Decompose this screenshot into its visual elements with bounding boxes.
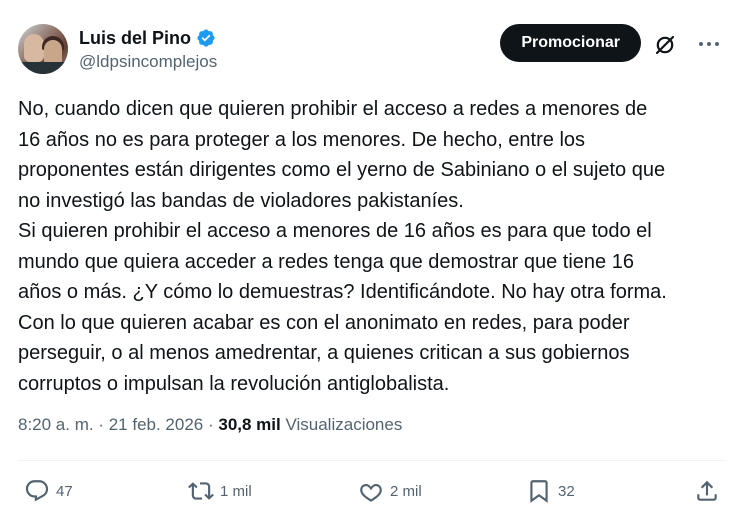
promote-button[interactable]: Promocionar bbox=[500, 24, 641, 62]
repost-count: 1 mil bbox=[220, 482, 252, 500]
tweet-paragraph: Con lo que quieren acabar es con el anon… bbox=[18, 311, 630, 395]
share-icon bbox=[697, 480, 717, 501]
tweet-header: Luis del Pino @ldpsincomplejos Promocion… bbox=[18, 24, 725, 76]
like-count: 2 mil bbox=[390, 482, 422, 500]
bookmark-count: 32 bbox=[558, 482, 575, 500]
meta-separator: · bbox=[203, 415, 219, 434]
tweet-time[interactable]: 8:20 a. m. bbox=[18, 415, 94, 434]
share-button[interactable] bbox=[694, 472, 720, 510]
heart-icon bbox=[360, 483, 382, 502]
avatar[interactable] bbox=[18, 24, 68, 74]
reply-icon bbox=[25, 480, 49, 502]
tweet-meta: 8:20 a. m. · 21 feb. 2026 · 30,8 mil Vis… bbox=[18, 414, 402, 436]
tweet-paragraph: No, cuando dicen que quieren prohibir el… bbox=[18, 98, 666, 212]
grok-icon[interactable] bbox=[653, 33, 677, 57]
tweet-actions: 47 1 mil 2 mil 32 bbox=[0, 472, 743, 510]
tweet-paragraph: Si quieren prohibir el acceso a menores … bbox=[18, 220, 667, 303]
reply-count: 47 bbox=[56, 482, 73, 500]
author-handle[interactable]: @ldpsincomplejos bbox=[79, 52, 217, 72]
author-display-name[interactable]: Luis del Pino bbox=[79, 27, 191, 49]
repost-icon bbox=[188, 482, 214, 500]
divider bbox=[18, 460, 725, 461]
bookmark-icon bbox=[530, 480, 548, 503]
views-label[interactable]: Visualizaciones bbox=[285, 415, 402, 434]
tweet-date[interactable]: 21 feb. 2026 bbox=[109, 415, 204, 434]
tweet-text: No, cuando dicen que quieren prohibir el… bbox=[18, 94, 730, 399]
meta-separator: · bbox=[93, 415, 109, 434]
views-count[interactable]: 30,8 mil bbox=[218, 415, 280, 434]
author-info: Luis del Pino @ldpsincomplejos bbox=[79, 27, 217, 72]
repost-button[interactable]: 1 mil bbox=[188, 472, 252, 510]
verified-badge-icon[interactable] bbox=[196, 28, 216, 48]
reply-button[interactable]: 47 bbox=[24, 472, 73, 510]
more-dots-icon[interactable] bbox=[697, 34, 721, 54]
bookmark-button[interactable]: 32 bbox=[526, 472, 575, 510]
like-button[interactable]: 2 mil bbox=[358, 472, 422, 510]
